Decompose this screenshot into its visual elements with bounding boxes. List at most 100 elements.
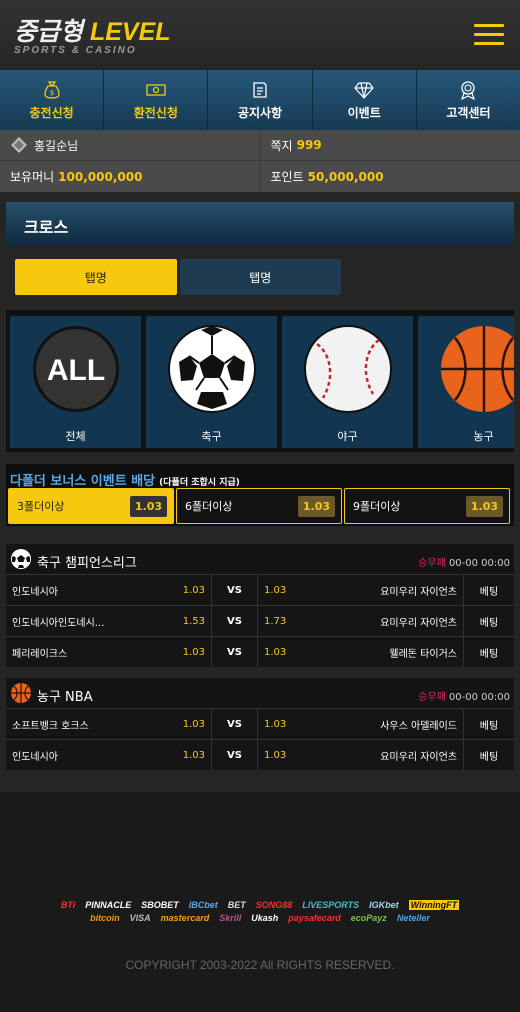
brand-logo: mastercard <box>160 913 210 923</box>
category-basketball-label: 농구 <box>473 430 494 443</box>
logo-korean: 중급형 <box>14 18 84 46</box>
brand-logo: SBOBET <box>141 900 179 910</box>
brand-logo: Neteller <box>396 913 430 923</box>
brand-logo: paysafecard <box>288 913 341 923</box>
league-header: 축구 챔피언스리그 승무패 00-00 00:00 <box>6 544 514 574</box>
away-team: 사우스 아델레이드 <box>380 720 457 732</box>
money-value: 100,000,000 <box>58 169 143 184</box>
nav-notice[interactable]: 공지사항 <box>208 70 313 130</box>
home-team: 인도네시아인도네시... <box>12 617 105 629</box>
brand-logo: bitcoin <box>90 913 120 923</box>
user-name: 홍길순님 <box>34 138 79 153</box>
partner-logos: BTi PINNACLE SBOBET IBCbet BET SONG88 LI… <box>52 900 468 923</box>
away-odds: 1.03 <box>264 646 287 658</box>
bet-button[interactable]: 베팅 <box>464 637 514 667</box>
bonus-option-3[interactable]: 3폴더이상 1.03 <box>8 488 174 524</box>
away-pick[interactable]: 1.03 웰레돈 타이거스 <box>258 637 464 667</box>
nav-deposit[interactable]: $ 충전신청 <box>0 70 105 130</box>
message-count: 999 <box>296 138 322 152</box>
home-team: 페리레이크스 <box>12 648 68 660</box>
tab-1[interactable]: 탭명 <box>15 259 177 295</box>
bonus-option-9[interactable]: 9폴더이상 1.03 <box>344 488 510 524</box>
message-cell[interactable]: 쪽지 999 <box>261 130 520 160</box>
vs-label: VS <box>212 575 258 605</box>
vs-label: VS <box>212 709 258 739</box>
home-team: 소프트뱅크 호크스 <box>12 720 89 732</box>
bonus-event: 다폴더 보너스 이벤트 배당 (다폴더 조합시 지급) 3폴더이상 1.03 6폴더… <box>6 464 514 526</box>
bet-button[interactable]: 베팅 <box>464 606 514 636</box>
copyright: COPYRIGHT 2003-2022 All RIGHTS RESERVED. <box>125 958 395 972</box>
money-cell: 보유머니 100,000,000 <box>0 161 261 192</box>
rank-icon <box>11 137 27 153</box>
tab-2[interactable]: 탭명 <box>179 259 341 295</box>
league-basketball: 농구 NBA 승무패 00-00 00:00 소프트뱅크 호크스 1.03 VS … <box>6 678 514 770</box>
point-cell: 포인트 50,000,000 <box>261 161 520 192</box>
nav-withdraw[interactable]: 환전신청 <box>104 70 209 130</box>
brand-logo: VISA <box>129 913 151 923</box>
away-odds: 1.03 <box>264 718 287 730</box>
brand-logo: ecoPayz <box>350 913 387 923</box>
vs-label: VS <box>212 606 258 636</box>
home-pick[interactable]: 인도네시아 1.03 <box>6 575 212 605</box>
logo-title: 중급형 LEVEL <box>14 20 171 45</box>
message-label: 쪽지 <box>270 138 293 153</box>
section-header: 크로스 <box>6 202 514 246</box>
user-info: 홍길순님 쪽지 999 보유머니 100,000,000 포인트 50,000,000 <box>0 130 520 192</box>
home-pick[interactable]: 페리레이크스 1.03 <box>6 637 212 667</box>
league-time: 00-00 00:00 <box>448 692 510 703</box>
away-pick[interactable]: 1.03 사우스 아델레이드 <box>258 709 464 739</box>
home-odds: 1.53 <box>182 615 205 627</box>
bonus-title-text: 다폴더 보너스 이벤트 배당 <box>10 474 156 489</box>
away-pick[interactable]: 1.03 요미우리 자이언츠 <box>258 575 464 605</box>
league-meta: 승무패 00-00 00:00 <box>418 688 510 703</box>
bet-button[interactable]: 베팅 <box>464 575 514 605</box>
category-all[interactable]: ALL 전체 <box>10 316 141 448</box>
home-pick[interactable]: 인도네시아 1.03 <box>6 740 212 770</box>
bonus-option-odds: 1.03 <box>129 495 167 517</box>
league-market: 승무패 <box>418 692 446 703</box>
match-row: 인도네시아 1.03 VS 1.03 요미우리 자이언츠 베팅 <box>6 574 514 605</box>
match-row: 소프트뱅크 호크스 1.03 VS 1.03 사우스 아델레이드 베팅 <box>6 708 514 739</box>
bet-button[interactable]: 베팅 <box>464 709 514 739</box>
svg-text:$: $ <box>49 89 53 97</box>
logo[interactable]: 중급형 LEVEL SPORTS & CASINO <box>14 20 171 57</box>
home-pick[interactable]: 소프트뱅크 호크스 1.03 <box>6 709 212 739</box>
brand-logo: BTi <box>60 900 76 910</box>
bonus-option-label: 9폴더이상 <box>353 500 401 513</box>
category-baseball-label: 야구 <box>337 430 358 443</box>
category-basketball[interactable]: 농구 <box>418 316 514 448</box>
user-name-cell: 홍길순님 <box>0 130 261 160</box>
bonus-note: (다폴더 조합시 지급) <box>159 478 240 488</box>
bonus-option-6[interactable]: 6폴더이상 1.03 <box>176 488 342 524</box>
away-odds: 1.03 <box>264 749 287 761</box>
away-odds: 1.03 <box>264 584 287 596</box>
home-odds: 1.03 <box>182 584 205 596</box>
category-soccer[interactable]: 축구 <box>146 316 277 448</box>
league-name: 농구 NBA <box>37 690 93 705</box>
support-icon <box>461 80 476 100</box>
home-odds: 1.03 <box>182 749 205 761</box>
header: 중급형 LEVEL SPORTS & CASINO <box>0 0 520 70</box>
svg-text:ALL: ALL <box>47 354 105 387</box>
nav-event[interactable]: 이벤트 <box>312 70 417 130</box>
basketball-icon <box>11 683 31 703</box>
hamburger-menu-icon[interactable] <box>474 24 504 46</box>
brand-logo: BET <box>227 900 246 910</box>
nav-support[interactable]: 고객센터 <box>416 70 520 130</box>
league-header: 농구 NBA 승무패 00-00 00:00 <box>6 678 514 708</box>
footer: BTi PINNACLE SBOBET IBCbet BET SONG88 LI… <box>0 872 520 1012</box>
tab-bar: 탭명 탭명 <box>15 259 341 295</box>
brand-logo: Ukash <box>251 913 279 923</box>
category-baseball[interactable]: 야구 <box>282 316 413 448</box>
home-pick[interactable]: 인도네시아인도네시... 1.53 <box>6 606 212 636</box>
bet-button[interactable]: 베팅 <box>464 740 514 770</box>
soccer-ball-icon <box>11 549 31 569</box>
away-pick[interactable]: 1.73 요미우리 자이언츠 <box>258 606 464 636</box>
basketball-icon <box>441 326 514 412</box>
brand-logo: Skrill <box>219 913 242 923</box>
away-pick[interactable]: 1.03 요미우리 자이언츠 <box>258 740 464 770</box>
category-all-label: 전체 <box>65 430 86 443</box>
away-odds: 1.73 <box>264 615 287 627</box>
league-time: 00-00 00:00 <box>448 558 510 569</box>
brand-logo: IBCbet <box>188 900 218 910</box>
